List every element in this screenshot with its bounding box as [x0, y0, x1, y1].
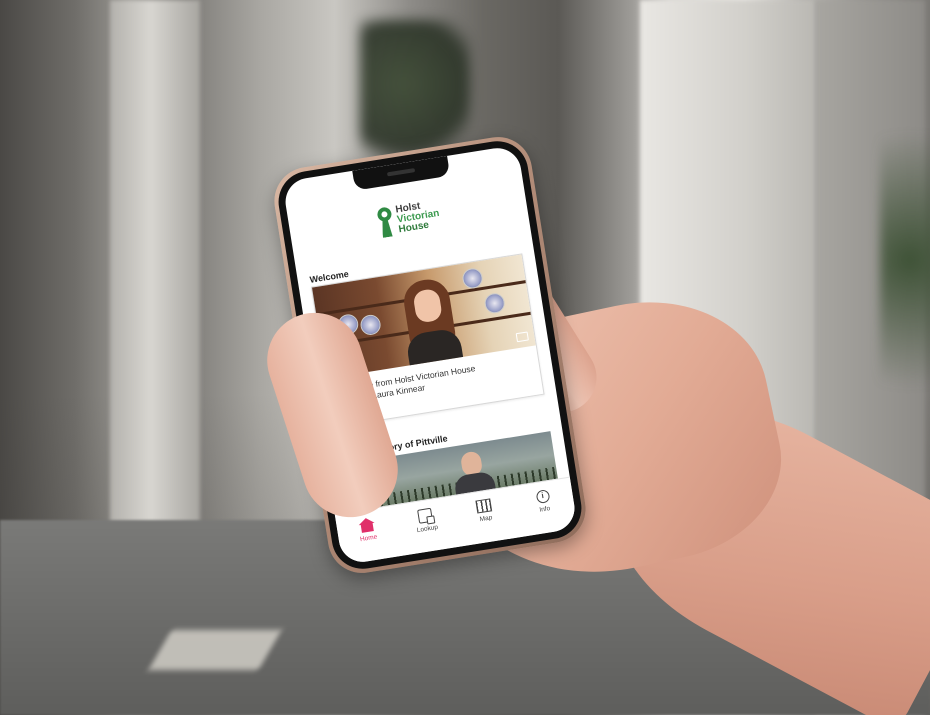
app-header: Holst Victorian House — [286, 170, 530, 266]
map-icon — [475, 498, 493, 514]
background-foliage — [880, 80, 930, 440]
video-icon — [515, 331, 529, 343]
speaker-grille — [386, 168, 416, 177]
tab-info[interactable]: i Info — [517, 486, 570, 517]
tab-lookup[interactable]: Lookup — [400, 505, 453, 537]
app-logo[interactable]: Holst Victorian House — [375, 199, 442, 238]
tab-label: Home — [359, 533, 378, 544]
home-icon — [358, 517, 376, 533]
tab-label: Info — [538, 505, 551, 514]
curator-portrait — [397, 276, 464, 368]
background-photo: Holst Victorian House Welcome Welcome fr… — [0, 0, 930, 715]
tab-label: Map — [479, 514, 493, 524]
tab-label: Lookup — [416, 523, 439, 535]
lookup-icon — [417, 507, 434, 524]
info-icon: i — [535, 489, 551, 505]
logo-wordmark: Holst Victorian House — [395, 199, 442, 236]
keyhole-logo-icon — [375, 206, 395, 238]
tab-home[interactable]: Home — [341, 514, 394, 546]
floor-marking — [148, 630, 282, 670]
background-pillar — [110, 0, 200, 560]
tab-map[interactable]: Map — [458, 496, 511, 527]
